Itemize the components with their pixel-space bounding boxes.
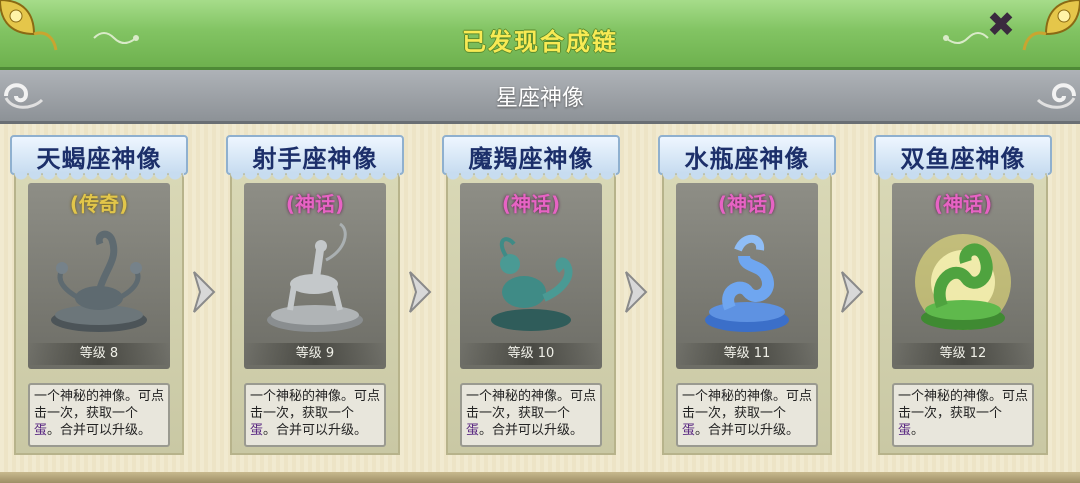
description-box: 一个神秘的神像。可点击一次，获取一个蛋。合并可以升级。 <box>676 383 818 447</box>
chevron-right-icon <box>409 271 432 313</box>
gold-corner-ornament-icon <box>1022 0 1080 51</box>
chevron-right-icon <box>193 271 216 313</box>
egg-keyword: 蛋 <box>250 423 264 438</box>
rarity-label: (神话) <box>501 192 561 216</box>
capricorn-statue-icon <box>491 237 573 331</box>
banner-scallop <box>14 173 184 183</box>
pisces-statue-icon <box>915 234 1011 330</box>
description-tail: 。合并可以升级。 <box>479 423 584 438</box>
chain-subheader: 星座神像 <box>0 70 1080 124</box>
egg-keyword: 蛋 <box>466 423 480 438</box>
description-text: 一个神秘的神像。可点击一次，获取一个 <box>682 389 813 421</box>
card-title: 魔羯座神像 <box>468 145 594 173</box>
title-bar: 已发现合成链 ✖ <box>0 0 1080 70</box>
page-title: 已发现合成链 <box>462 28 618 56</box>
level-label: 等级 11 <box>676 343 818 365</box>
rarity-label: (神话) <box>717 192 777 216</box>
description-box: 一个神秘的神像。可点击一次，获取一个蛋。合并可以升级。 <box>244 383 386 447</box>
scorpio-statue-icon <box>51 230 147 332</box>
rarity-label: (神话) <box>285 192 345 216</box>
aquarius-statue-icon <box>705 234 789 332</box>
level-label: 等级 9 <box>244 343 386 365</box>
chain-card[interactable]: 水瓶座神像 (神话) 等级 11 一个神秘的神像。可点击一次，获取一个蛋。合并可… <box>658 135 836 455</box>
description-box: 一个神秘的神像。可点击一次，获取一个蛋。合并可以升级。 <box>460 383 602 447</box>
egg-keyword: 蛋 <box>682 423 696 438</box>
banner-scallop <box>446 173 616 183</box>
description-tail: 。合并可以升级。 <box>695 423 800 438</box>
sagittarius-statue-icon <box>267 222 363 332</box>
banner-scallop <box>662 173 832 183</box>
chain-card[interactable]: 射手座神像 (神话) 等级 9 一个神秘的神像。可点击一次，获取一个蛋。合并可以… <box>226 135 404 455</box>
card-title: 天蝎座神像 <box>36 145 162 173</box>
card-title: 射手座神像 <box>252 145 378 173</box>
chain-card[interactable]: 魔羯座神像 (神话) 等级 10 一个神秘的神像。可点击一次，获取一个蛋。合并可… <box>442 135 620 455</box>
description-tail: 。合并可以升级。 <box>263 423 368 438</box>
chevron-right-icon <box>625 271 648 313</box>
chain-card[interactable]: 双鱼座神像 (神话) 等级 12 一个神秘的神像。可点击一次，获取一个蛋。 <box>874 135 1052 455</box>
egg-keyword: 蛋 <box>34 423 48 438</box>
level-label: 等级 8 <box>28 343 170 365</box>
rarity-label: (神话) <box>933 192 993 216</box>
level-label: 等级 12 <box>892 343 1034 365</box>
egg-keyword: 蛋 <box>898 423 912 438</box>
description-tail: 。合并可以升级。 <box>47 423 152 438</box>
card-title: 双鱼座神像 <box>900 145 1026 173</box>
description-text: 一个神秘的神像。可点击一次，获取一个 <box>898 389 1029 421</box>
chain-card[interactable]: 天蝎座神像 (传奇) 等级 8 一个神秘的神像。可点击一次，获取一个蛋。合并可以… <box>10 135 188 455</box>
description-box: 一个神秘的神像。可点击一次，获取一个蛋。合并可以升级。 <box>28 383 170 447</box>
description-tail: 。 <box>911 423 925 438</box>
banner-scallop <box>878 173 1048 183</box>
description-text: 一个神秘的神像。可点击一次，获取一个 <box>34 389 165 421</box>
banner-scallop <box>230 173 400 183</box>
silver-scroll-ornament-icon <box>1036 83 1076 109</box>
description-text: 一个神秘的神像。可点击一次，获取一个 <box>250 389 381 421</box>
card-title: 水瓶座神像 <box>684 145 810 173</box>
description-box: 一个神秘的神像。可点击一次，获取一个蛋。 <box>892 383 1034 447</box>
swirl-ornament-icon <box>943 32 989 44</box>
rarity-label: (传奇) <box>69 192 129 216</box>
bottom-rail <box>0 472 1080 483</box>
level-label: 等级 10 <box>460 343 602 365</box>
chevron-right-icon <box>841 271 864 313</box>
chain-name: 星座神像 <box>495 86 584 111</box>
description-text: 一个神秘的神像。可点击一次，获取一个 <box>466 389 597 421</box>
